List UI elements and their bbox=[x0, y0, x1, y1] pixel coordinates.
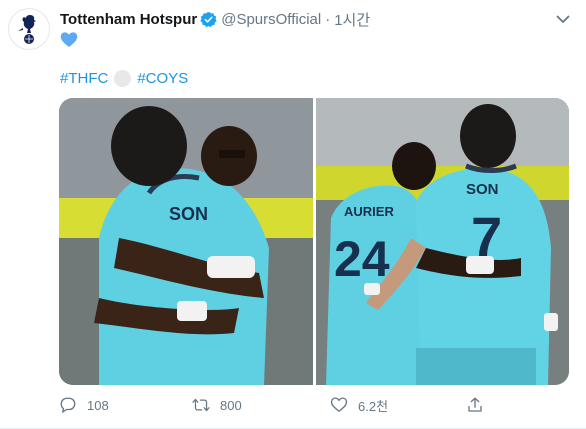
photo-2-shirt-number-back: 24 bbox=[334, 231, 390, 287]
reply-icon bbox=[59, 396, 77, 414]
reply-button[interactable]: 108 bbox=[59, 394, 109, 416]
tweet-header: Tottenham Hotspur @SpursOfficial · 1시간 bbox=[60, 9, 370, 29]
like-icon bbox=[330, 396, 348, 414]
share-button[interactable] bbox=[466, 394, 494, 416]
retweet-button[interactable]: 800 bbox=[192, 394, 242, 416]
tweet[interactable]: Tottenham Hotspur @SpursOfficial · 1시간 #… bbox=[0, 0, 586, 429]
like-count: 6.2천 bbox=[358, 398, 389, 414]
retweet-count: 800 bbox=[220, 397, 242, 413]
user-handle[interactable]: @SpursOfficial bbox=[221, 11, 321, 28]
retweet-icon bbox=[192, 396, 210, 414]
hashtag-line: #THFC #COYS bbox=[60, 68, 188, 88]
photo-1[interactable]: SON bbox=[59, 98, 313, 385]
hashtag-thfc[interactable]: #THFC bbox=[60, 70, 108, 87]
photo-2-shirt-name-front: SON bbox=[466, 181, 499, 198]
verified-badge-icon bbox=[200, 11, 217, 28]
reply-count: 108 bbox=[87, 397, 109, 413]
tweet-actions: 108 800 6.2천 bbox=[59, 394, 519, 416]
spurs-logo-icon bbox=[18, 15, 36, 44]
photo-2-shirt-name-back: AURIER bbox=[344, 204, 394, 219]
separator-dot: · bbox=[325, 10, 331, 28]
media-grid: SON AURIER 24 SON 7 bbox=[59, 98, 569, 385]
chevron-down-icon[interactable] bbox=[554, 12, 572, 26]
photo-1-shirt-name: SON bbox=[169, 204, 208, 224]
football-emoji-icon bbox=[114, 69, 132, 87]
hashtag-coys[interactable]: #COYS bbox=[137, 70, 188, 87]
photo-2[interactable]: AURIER 24 SON 7 bbox=[315, 98, 570, 385]
timestamp[interactable]: 1시간 bbox=[334, 9, 370, 30]
avatar[interactable] bbox=[8, 8, 50, 50]
display-name[interactable]: Tottenham Hotspur bbox=[60, 11, 197, 28]
like-button[interactable]: 6.2천 bbox=[330, 394, 388, 416]
share-icon bbox=[466, 396, 484, 414]
blue-heart-icon bbox=[60, 31, 78, 49]
